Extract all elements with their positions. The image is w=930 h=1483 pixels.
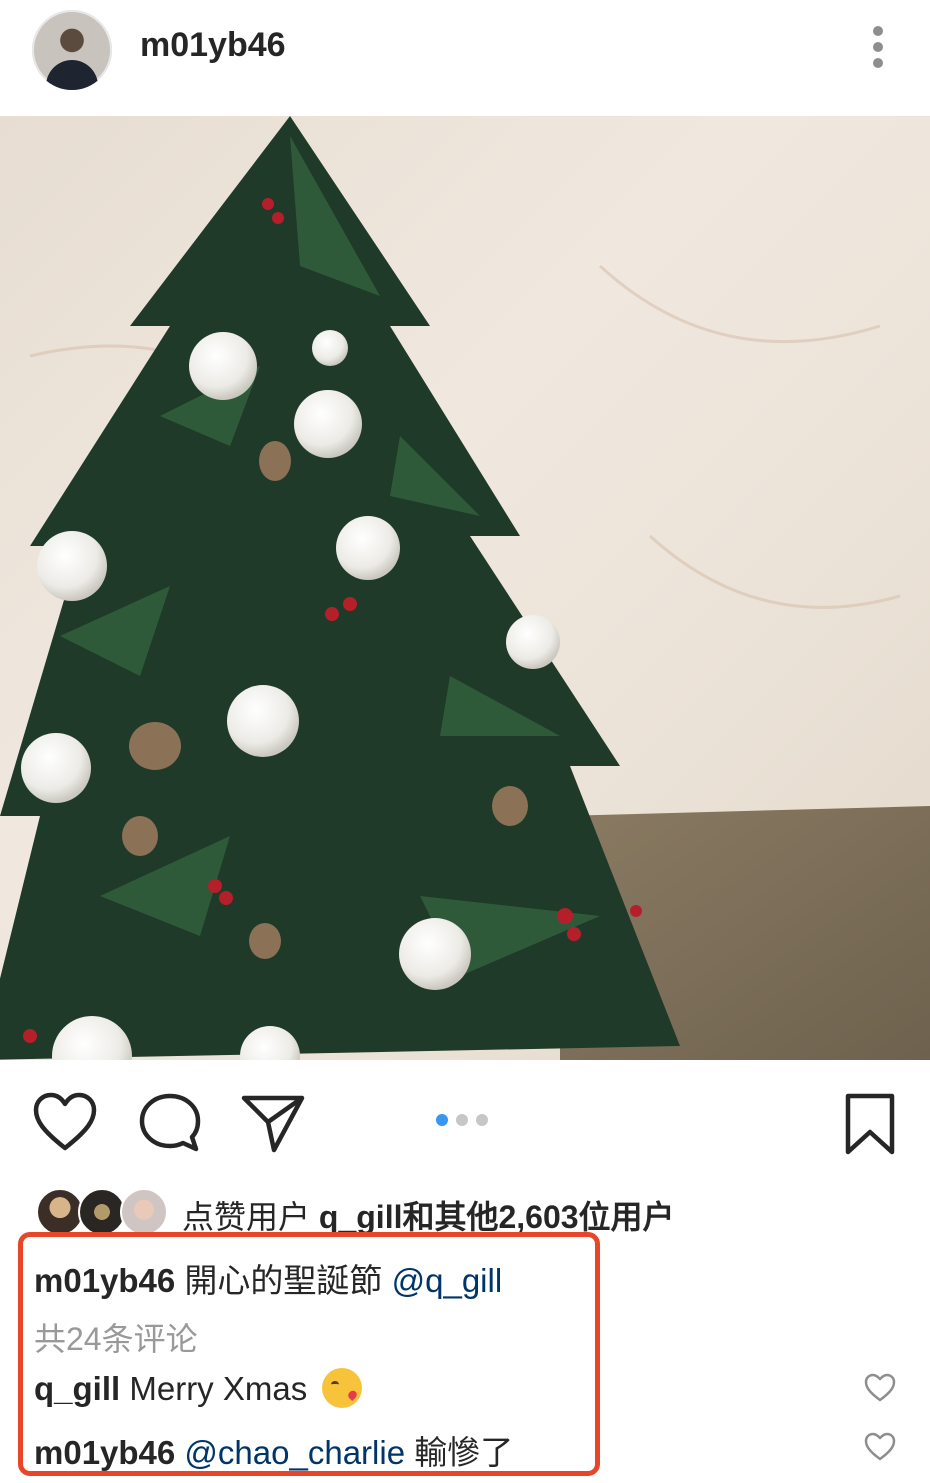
post-caption: m01yb46 開心的聖誕節 @q_gill	[34, 1254, 502, 1302]
view-all-comments-link[interactable]: 共24条评论	[34, 1314, 198, 1360]
post-action-bar	[0, 1080, 930, 1160]
comment-item: q_gill Merry Xmas	[34, 1368, 363, 1408]
paper-plane-icon[interactable]	[240, 1092, 306, 1159]
comment-username[interactable]: m01yb46	[34, 1434, 175, 1471]
comment-text: Merry Xmas	[120, 1370, 317, 1407]
comment-text: 輸慘了	[405, 1434, 514, 1471]
post-photo[interactable]	[0, 116, 930, 1060]
comment-username[interactable]: q_gill	[34, 1370, 120, 1407]
likes-row[interactable]: 点赞用户 q_gill和其他2,603位用户	[36, 1188, 916, 1236]
post-username[interactable]: m01yb46	[140, 26, 286, 65]
user-avatar[interactable]	[32, 10, 112, 90]
comment-like-heart-icon[interactable]	[864, 1432, 896, 1462]
likes-summary[interactable]: q_gill和其他2,603位用户	[319, 1199, 675, 1235]
caption-text: 開心的聖誕節	[175, 1262, 392, 1299]
more-options-icon[interactable]	[864, 26, 892, 72]
christmas-tree-image	[0, 116, 930, 1060]
post-header: m01yb46	[0, 0, 930, 112]
comment-mention[interactable]: @chao_charlie	[175, 1434, 405, 1471]
kissing-face-emoji-icon	[322, 1368, 363, 1408]
avatar	[78, 1188, 126, 1236]
carousel-dot	[456, 1114, 468, 1126]
carousel-indicator	[436, 1114, 488, 1126]
bookmark-icon[interactable]	[842, 1092, 898, 1163]
carousel-dot	[476, 1114, 488, 1126]
caption-username[interactable]: m01yb46	[34, 1262, 175, 1299]
liker-avatars	[36, 1188, 168, 1236]
comment-item: m01yb46 @chao_charlie 輸慘了	[34, 1426, 513, 1474]
carousel-dot	[436, 1114, 448, 1126]
caption-mention[interactable]: @q_gill	[392, 1262, 503, 1299]
comment-bubble-icon[interactable]	[138, 1092, 202, 1159]
avatar	[36, 1188, 84, 1236]
likes-prefix: 点赞用户	[182, 1199, 319, 1235]
avatar	[120, 1188, 168, 1236]
comment-like-heart-icon[interactable]	[864, 1373, 896, 1403]
heart-icon[interactable]	[32, 1092, 98, 1157]
